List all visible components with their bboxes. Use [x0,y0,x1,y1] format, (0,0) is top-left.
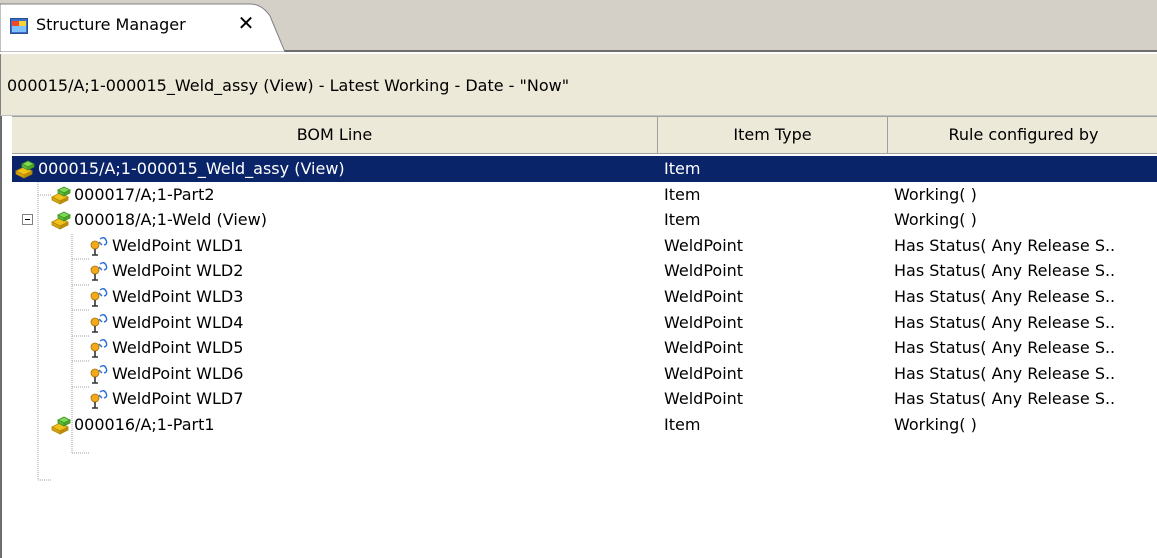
item-type-cell: WeldPoint [664,363,744,383]
item-type-cell: WeldPoint [664,235,744,255]
weldpoint-icon [88,236,110,256]
bom-line-cell: 000017/A;1-Part2 [74,184,215,204]
bom-line-cell: WeldPoint WLD6 [112,363,244,383]
table-row[interactable]: WeldPoint WLD1 WeldPoint Has Status( Any R… [12,233,1157,259]
weldpoint-icon [88,287,110,307]
rule-configured-by-cell: Has Status( Any Release S.. [894,312,1116,332]
rule-configured-by-cell: Has Status( Any Release S.. [894,287,1116,306]
table-row[interactable]: WeldPoint WLD5 WeldPoint Has Status( Any R… [12,335,1157,361]
item-type-cell: WeldPoint [664,261,744,281]
item-type-cell: Item [664,415,701,434]
rule-configured-by-cell: Has Status( Any Release S.. [894,235,1116,255]
rule-configured-by-cell: Has Status( Any Release S.. [894,389,1116,409]
bom-table: BOM Line Item Type Rule configured by 00… [0,116,1157,558]
table-header-row: BOM Line Item Type Rule configured by [12,116,1157,154]
rule-configured-by-cell: Has Status( Any Release S.. [894,338,1116,358]
assembly-icon [50,415,72,435]
rule-configured-by-cell: Working( ) [894,415,977,434]
bom-line-cell: 000018/A;1-Weld (View) [74,210,267,230]
item-type-cell: WeldPoint [664,312,744,332]
column-header-item-type[interactable]: Item Type [658,117,888,154]
table-row[interactable]: WeldPoint WLD3 WeldPoint Has Status( Any R… [12,284,1157,310]
item-type-cell: Item [664,184,701,204]
table-row[interactable]: WeldPoint WLD2 WeldPoint Has Status( Any R… [12,258,1157,284]
table-row[interactable]: 000016/A;1-Part1 Item Working( ) [12,412,1157,438]
assembly-icon [14,159,36,179]
bom-line-cell: 000016/A;1-Part1 [74,415,215,434]
table-row[interactable]: 000018/A;1-Weld (View) Item Working( ) [12,207,1157,233]
weldpoint-icon [88,389,110,410]
editor-tab-strip: Structure Manager ✕ [0,0,1157,52]
bom-line-cell: WeldPoint WLD4 [112,312,244,332]
table-row[interactable]: WeldPoint WLD7 WeldPoint Has Status( Any R… [12,386,1157,412]
bom-line-cell: WeldPoint WLD7 [112,389,244,409]
weldpoint-icon [88,261,110,282]
tab-title: Structure Manager [36,15,186,34]
table-row[interactable]: WeldPoint WLD6 WeldPoint Has Status( Any R… [12,361,1157,387]
context-title: 000015/A;1-000015_Weld_assy (View) - Lat… [7,76,570,95]
table-row[interactable]: 000017/A;1-Part2 Item Working( ) [12,182,1157,208]
close-icon[interactable]: ✕ [236,13,256,33]
rule-configured-by-cell: Has Status( Any Release S.. [894,261,1116,281]
item-type-cell: WeldPoint [664,338,744,358]
bom-line-cell: WeldPoint WLD3 [112,287,244,306]
bom-line-cell: WeldPoint WLD5 [112,338,244,358]
item-type-cell: Item [664,159,701,178]
rule-configured-by-cell: Working( ) [894,184,977,204]
weldpoint-icon [88,364,110,384]
bom-line-cell: 000015/A;1-000015_Weld_assy (View) [38,159,345,178]
item-type-cell: WeldPoint [664,389,744,409]
item-type-cell: WeldPoint [664,287,744,306]
rule-configured-by-cell [894,156,1156,182]
table-row[interactable]: WeldPoint WLD4 WeldPoint Has Status( Any R… [12,310,1157,336]
assembly-icon [50,210,72,230]
rule-configured-by-cell: Working( ) [894,210,977,230]
bom-line-cell: WeldPoint WLD2 [112,261,244,281]
column-header-rule-configured-by[interactable]: Rule configured by [888,117,1157,154]
view-context-header: 000015/A;1-000015_Weld_assy (View) - Lat… [0,54,1157,116]
table-row[interactable]: 000015/A;1-000015_Weld_assy (View) Item [12,156,1157,182]
assembly-icon [50,185,72,205]
bom-line-cell: WeldPoint WLD1 [112,235,244,255]
collapse-toggle[interactable] [22,214,33,226]
weldpoint-icon [88,338,110,358]
tab-structure-manager[interactable]: Structure Manager ✕ [0,2,285,52]
weldpoint-icon [88,313,110,333]
rule-configured-by-cell: Has Status( Any Release S.. [894,363,1116,383]
structure-manager-icon [10,18,28,34]
item-type-cell: Item [664,210,701,230]
